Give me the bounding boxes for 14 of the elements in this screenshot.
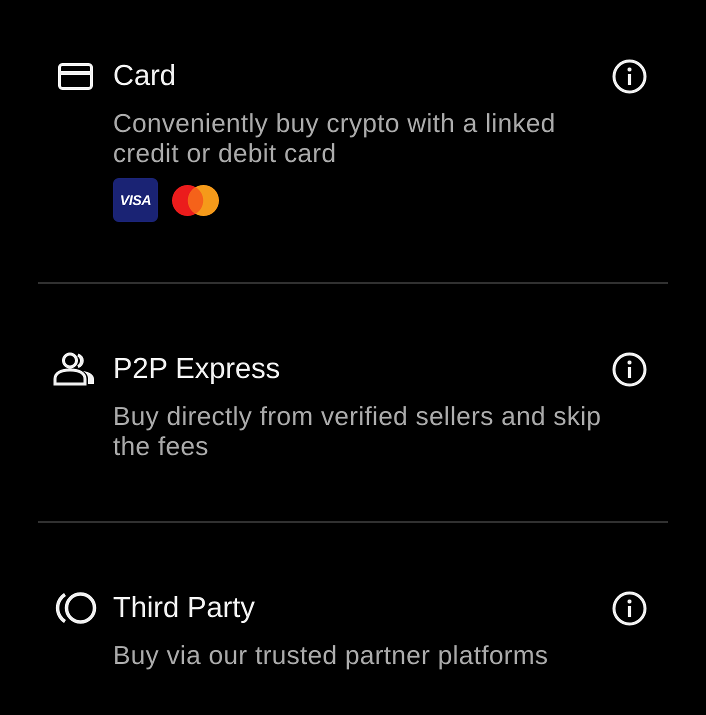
info-icon[interactable] [612,58,647,94]
ring-icon [55,591,97,625]
visa-logo: VISA [113,178,158,222]
option-title: Third Party [113,591,255,625]
option-title: Card [113,59,176,93]
option-description: Buy via our trusted partner platforms [113,640,548,670]
option-description: Conveniently buy crypto with a linked credit or debit card [113,108,557,168]
option-title: P2P Express [113,352,280,386]
option-description: Buy directly from verified sellers and skip the fees [113,401,602,461]
mastercard-logo-icon [172,184,219,216]
info-icon[interactable] [612,352,647,386]
info-icon[interactable] [612,590,647,626]
card-icon [58,62,93,90]
users-icon [53,352,96,386]
